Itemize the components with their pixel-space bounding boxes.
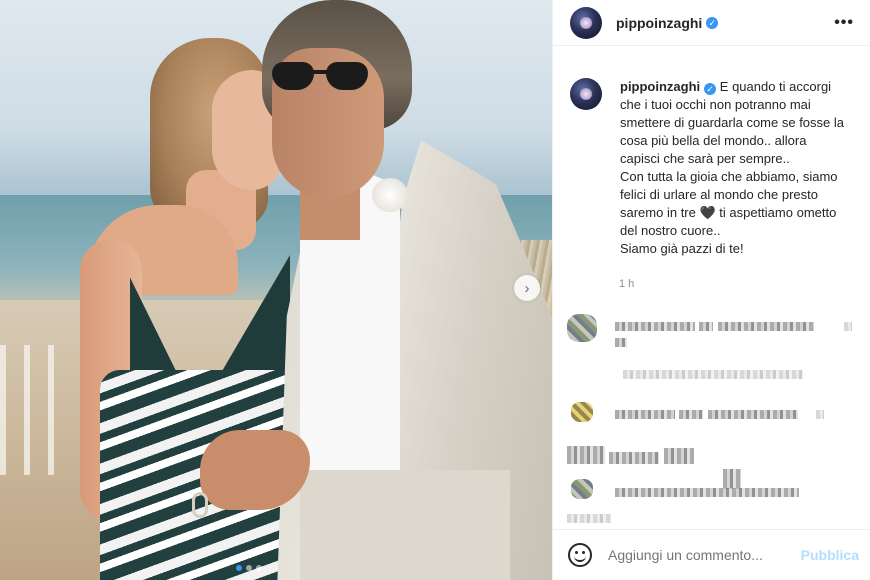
caption-username[interactable]: pippoinzaghi [620,79,700,94]
caption-line: capisci che sarà per sempre.. [620,151,790,166]
man-pants [300,470,510,580]
verified-badge-icon: ✓ [704,83,717,95]
post-photo[interactable]: › [0,0,552,580]
carousel-indicator [236,565,262,571]
blurred-comment [615,484,870,502]
caption-line: Siamo già pazzi di te! [620,241,744,256]
chevron-right-icon: › [524,279,530,297]
emoji-smile-icon[interactable] [568,543,592,567]
post-timestamp[interactable]: 1 h [619,278,634,290]
caption-line: E quando ti accorgi [719,79,832,94]
carousel-dot [246,565,252,571]
carousel-dot [236,565,242,571]
verified-badge-icon: ✓ [706,16,719,29]
caption-line: del nostro cuore.. [620,223,721,238]
carousel-dot [256,565,262,571]
avatar[interactable] [570,78,602,110]
caption-line: smettere di guardarla come se fosse la [620,115,844,130]
username-link[interactable]: pippoinzaghi [616,15,702,31]
post-sidebar: pippoinzaghi ✓ ••• pippoinzaghi ✓ E quand… [552,0,870,580]
blurred-comment [615,406,870,424]
blurred-comment [567,510,857,528]
carousel-next-button[interactable]: › [514,275,540,301]
photo-chair [0,345,70,475]
comment-avatar[interactable] [571,402,593,422]
caption-line: che i tuoi occhi non potranno mai [620,97,811,112]
caption-line: felici di urlare al mondo che presto [620,187,818,202]
caption-text: pippoinzaghi ✓ E quando ti accorgi che i … [620,78,855,258]
post-header: pippoinzaghi ✓ ••• [553,0,870,46]
caption-line: Con tutta la gioia che abbiamo, siamo [620,169,838,184]
publish-button[interactable]: Pubblica [801,547,859,563]
comment-avatar[interactable] [567,314,597,342]
caption: pippoinzaghi ✓ E quando ti accorgi che i … [553,46,870,258]
caption-line: saremo in tre 🖤 ti aspettiamo ometto [620,205,837,220]
comment-avatar[interactable] [571,479,593,499]
bracelet [192,492,208,518]
caption-line: cosa più bella del mondo.. allora [620,133,807,148]
instagram-post-view: › pippoinzaghi ✓ ••• pippoinzaghi ✓ E qua… [0,0,870,580]
blurred-comment [623,366,870,384]
blurred-comment [615,334,870,352]
boutonniere [372,178,408,212]
comment-bar: Pubblica [553,529,870,580]
avatar[interactable] [570,6,602,39]
man-sunglasses [270,62,372,92]
comment-input[interactable] [608,547,801,563]
more-options-icon[interactable]: ••• [834,14,854,32]
